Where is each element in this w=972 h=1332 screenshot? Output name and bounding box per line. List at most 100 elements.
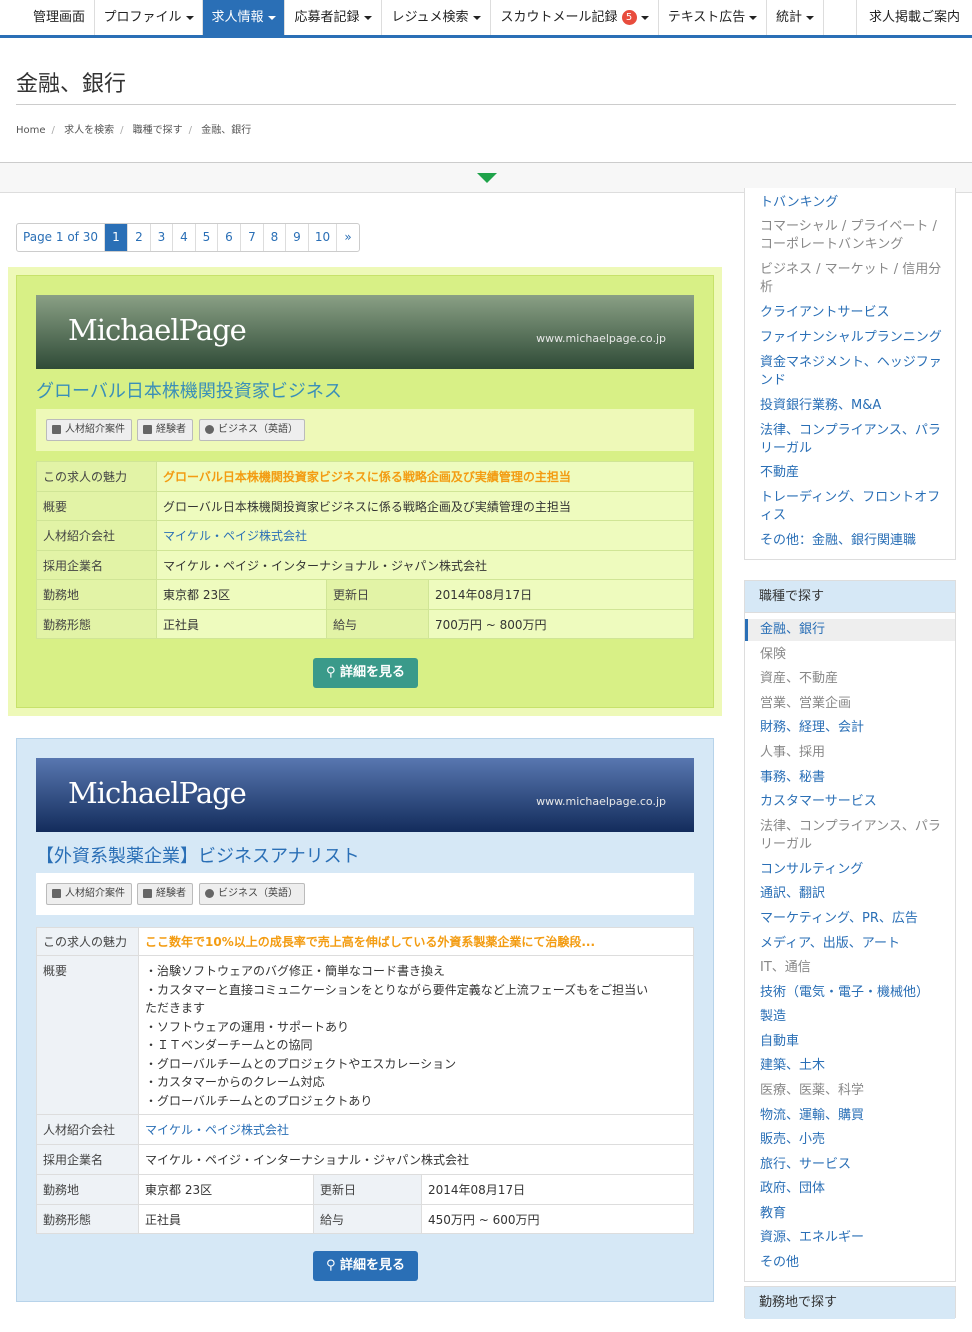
- category-link[interactable]: 法律、コンプライアンス、パラリーガル: [760, 818, 945, 854]
- next-page-link[interactable]: »: [337, 224, 359, 251]
- label-location: 勤務地: [36, 579, 157, 610]
- button-label: 詳細を見る: [340, 1258, 406, 1273]
- company-value: マイケル・ペイジ・インターナショナル・ジャパン株式会社: [138, 1144, 694, 1175]
- breadcrumb-by-category[interactable]: 職種で探す: [133, 125, 183, 136]
- breadcrumb-current: 金融、銀行: [201, 125, 252, 136]
- agency-link[interactable]: マイケル・ペイジ株式会社: [156, 520, 694, 551]
- nav-posting-guide[interactable]: 求人掲載ご案内: [856, 0, 972, 35]
- page-link[interactable]: 3: [151, 224, 173, 251]
- category-link[interactable]: コンサルティング: [760, 861, 945, 879]
- triangle-down-icon[interactable]: [477, 173, 497, 183]
- category-link[interactable]: 製造: [760, 1008, 945, 1026]
- category-link[interactable]: 事務、秘書: [760, 769, 945, 787]
- tag-agency: 人材紹介案件: [46, 883, 132, 905]
- breadcrumb-home[interactable]: Home: [16, 125, 46, 136]
- category-link[interactable]: 通訳、翻訳: [760, 885, 945, 903]
- nav-resume-search[interactable]: レジュメ検索: [382, 0, 491, 35]
- category-link[interactable]: マーケティング、PR、広告: [760, 910, 945, 928]
- top-navigation: 管理画面 プロファイル 求人情報 応募者記録 レジュメ検索 スカウトメール記録 5…: [0, 0, 972, 38]
- category-link[interactable]: 保険: [760, 646, 945, 664]
- caret-down-icon: [640, 15, 649, 20]
- breadcrumb-job-search[interactable]: 求人を検索: [64, 125, 114, 136]
- tag-experienced: 経験者: [137, 419, 193, 441]
- page-link[interactable]: 6: [218, 224, 241, 251]
- label-appeal: この求人の魅力: [36, 927, 139, 956]
- tag-label: ビジネス（英語）: [218, 424, 298, 435]
- category-link[interactable]: 自動車: [760, 1033, 945, 1051]
- company-logo: MichaelPage: [68, 776, 247, 810]
- category-link[interactable]: 資産、不動産: [760, 670, 945, 688]
- category-link[interactable]: IT、通信: [760, 959, 945, 977]
- summary-line: ・ＩＴベンダーチームとの協同: [145, 1038, 313, 1052]
- subcategory-link[interactable]: 資金マネジメント、ヘッジファンド: [760, 354, 945, 390]
- page-link[interactable]: 4: [173, 224, 196, 251]
- category-link[interactable]: 技術（電気・電子・機械他）: [760, 984, 945, 1002]
- page-link[interactable]: 10: [309, 224, 337, 251]
- label-location: 勤務地: [36, 1174, 139, 1205]
- category-link[interactable]: カスタマーサービス: [760, 793, 945, 811]
- tag-label: 経験者: [156, 888, 186, 899]
- company-value: マイケル・ペイジ・インターナショナル・ジャパン株式会社: [156, 550, 694, 580]
- job-details-table: この求人の魅力 ここ数年で10%以上の成長率で売上高を伸ばしている外資系製薬企業に…: [36, 927, 694, 1234]
- category-link-active[interactable]: 金融、銀行: [760, 621, 945, 639]
- search-icon: ⚲: [325, 1258, 341, 1273]
- job-card: MichaelPage www.michaelpage.co.jp グローバル日…: [16, 275, 714, 708]
- summary-line: ただきます: [145, 1001, 206, 1015]
- briefcase-icon: [143, 889, 152, 898]
- salary-value: 700万円 ~ 800万円: [428, 609, 694, 639]
- nav-stats[interactable]: 統計: [767, 0, 824, 35]
- summary-line: ・ソフトウェアの運用・サポートあり: [145, 1019, 350, 1034]
- subcategory-link[interactable]: その他：金融、銀行関連職: [760, 532, 945, 550]
- category-link[interactable]: 建築、土木: [760, 1057, 945, 1075]
- category-link[interactable]: 医療、医薬、科学: [760, 1082, 945, 1100]
- subcategory-link[interactable]: 不動産: [760, 464, 945, 482]
- job-title-link[interactable]: グローバル日本株機関投資家ビジネス: [36, 377, 342, 403]
- nav-text-ads[interactable]: テキスト広告: [659, 0, 767, 35]
- agency-link[interactable]: マイケル・ペイジ株式会社: [138, 1114, 694, 1145]
- category-link[interactable]: 財務、経理、会計: [760, 719, 945, 737]
- company-banner[interactable]: MichaelPage www.michaelpage.co.jp: [36, 295, 694, 369]
- job-details-table: この求人の魅力 グローバル日本株機関投資家ビジネスに係る戦略企画及び実績管理の主担…: [36, 461, 694, 639]
- category-link[interactable]: その他: [760, 1254, 945, 1272]
- tag-label: 人材紹介案件: [65, 888, 125, 899]
- tag-agency: 人材紹介案件: [46, 419, 132, 441]
- subcategory-link[interactable]: ファイナンシャルプランニング: [760, 329, 945, 347]
- subcategory-link[interactable]: 投資銀行業務、M&A: [760, 397, 945, 415]
- nav-applicants[interactable]: 応募者記録: [285, 0, 382, 35]
- category-link[interactable]: メディア、出版、アート: [760, 935, 945, 953]
- page-link[interactable]: 8: [264, 224, 286, 251]
- page-link[interactable]: 7: [241, 224, 264, 251]
- category-link[interactable]: 旅行、サービス: [760, 1156, 945, 1174]
- page-link[interactable]: 5: [196, 224, 218, 251]
- view-details-button[interactable]: ⚲ 詳細を見る: [313, 1251, 418, 1281]
- page-link[interactable]: 2: [128, 224, 151, 251]
- nav-profile[interactable]: プロファイル: [95, 0, 203, 35]
- subcategory-link[interactable]: コマーシャル / プライベート / コーポレートバンキング: [760, 218, 945, 254]
- nav-label: 求人情報: [211, 10, 264, 25]
- subcategory-link[interactable]: ビジネス / マーケット / 信用分析: [760, 261, 945, 297]
- job-title-link[interactable]: 【外資系製薬企業】ビジネスアナリスト: [36, 842, 360, 868]
- category-link[interactable]: 物流、運輸、購買: [760, 1107, 945, 1125]
- page-link-current[interactable]: 1: [105, 224, 128, 251]
- panel-heading[interactable]: 勤務地で探す: [745, 1287, 955, 1319]
- view-details-button[interactable]: ⚲ 詳細を見る: [313, 658, 418, 688]
- nav-jobs[interactable]: 求人情報: [203, 0, 285, 35]
- nav-admin[interactable]: 管理画面: [24, 0, 95, 35]
- nav-scout-mail[interactable]: スカウトメール記録 5: [491, 0, 659, 35]
- subcategory-link[interactable]: クライアントサービス: [760, 304, 945, 322]
- category-link[interactable]: 販売、小売: [760, 1131, 945, 1149]
- label-salary: 給与: [313, 1204, 422, 1234]
- category-link[interactable]: 人事、採用: [760, 744, 945, 762]
- page-link[interactable]: 9: [286, 224, 309, 251]
- subcategory-link[interactable]: トバンキング: [760, 194, 945, 212]
- nav-label: 統計: [775, 10, 802, 25]
- subcategory-link[interactable]: 法律、コンプライアンス、パラリーガル: [760, 422, 945, 458]
- category-link[interactable]: 教育: [760, 1205, 945, 1223]
- category-link[interactable]: 営業、営業企画: [760, 695, 945, 713]
- button-label: 詳細を見る: [340, 665, 406, 680]
- subcategory-link[interactable]: トレーディング、フロントオフィス: [760, 489, 945, 525]
- category-link[interactable]: 政府、団体: [760, 1180, 945, 1198]
- tag-bar: 人材紹介案件 経験者 ビジネス（英語）: [36, 873, 694, 915]
- category-link[interactable]: 資源、エネルギー: [760, 1229, 945, 1247]
- company-banner[interactable]: MichaelPage www.michaelpage.co.jp: [36, 758, 694, 832]
